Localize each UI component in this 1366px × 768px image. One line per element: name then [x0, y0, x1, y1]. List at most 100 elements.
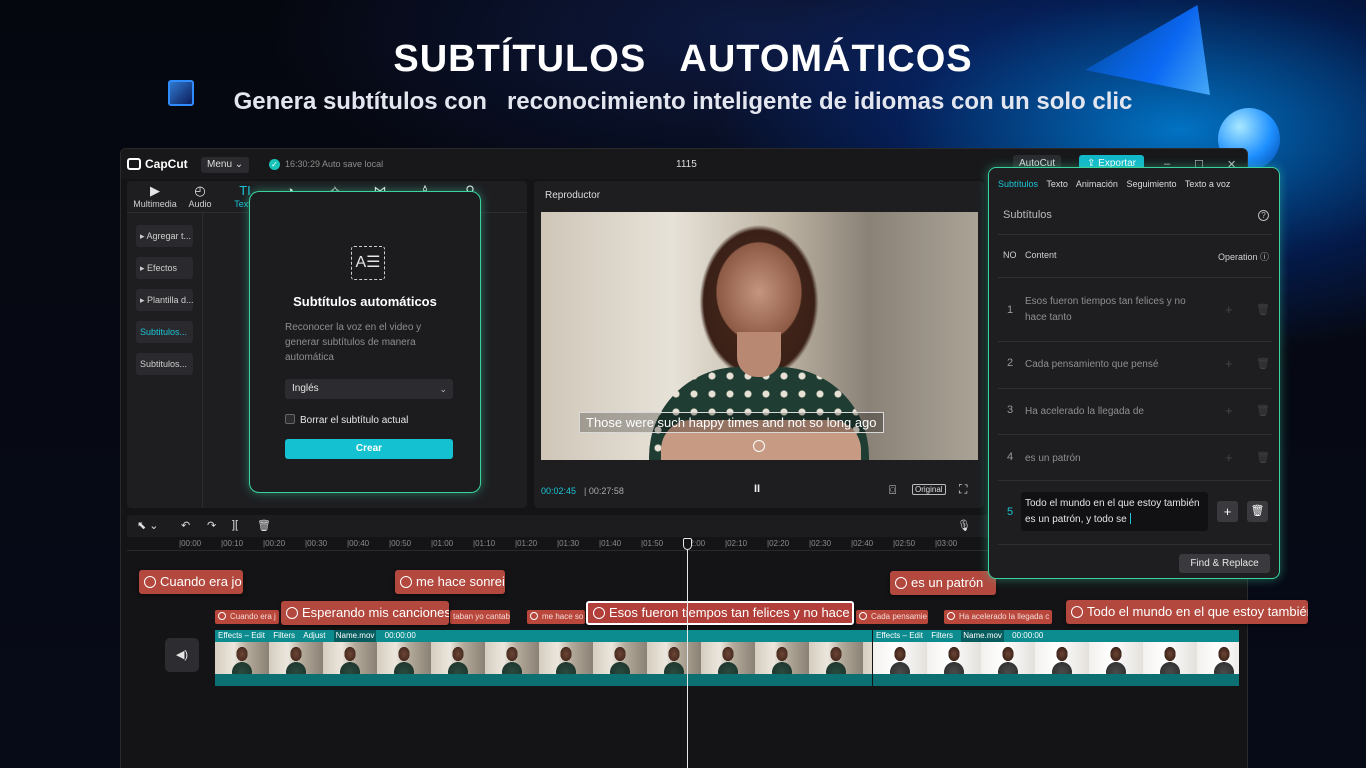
- popup-description: Reconocer la voz en el video y generar s…: [285, 322, 422, 363]
- sidebar-item-add-text[interactable]: ▸ Agregar t...: [136, 225, 193, 247]
- auto-caption-icon: A☰: [351, 246, 385, 280]
- caption-clip-icon: [218, 612, 226, 620]
- row-text[interactable]: es un patrón: [1025, 451, 1210, 467]
- add-subtitle-button[interactable]: +: [1217, 501, 1238, 522]
- current-time: 00:02:45: [541, 486, 577, 496]
- help-icon[interactable]: ⓘ: [1260, 252, 1269, 262]
- subtitle-row[interactable]: 1 Esos fueron tiempos tan felices y no h…: [998, 292, 1272, 332]
- trash-icon[interactable]: 🗑: [1256, 451, 1270, 464]
- video-figure-neck: [737, 332, 781, 377]
- row-text[interactable]: Esos fueron tiempos tan felices y no hac…: [1025, 294, 1210, 326]
- caption-tag[interactable]: es un patrón: [890, 571, 996, 595]
- adjust-label: Adjust: [303, 631, 326, 640]
- help-icon[interactable]: ?: [1258, 210, 1269, 221]
- caption-clip-icon: [947, 612, 955, 620]
- redo-icon[interactable]: ↷: [207, 519, 216, 532]
- caption-tag-selected[interactable]: Esos fueron tiempos tan felices y no hac…: [586, 601, 854, 625]
- ruler-tick: |00:30: [305, 539, 328, 548]
- sidebar-item-subtitles[interactable]: Subtitulos...: [136, 353, 193, 375]
- sidebar-item-templates[interactable]: ▸ Plantilla d...: [136, 289, 193, 311]
- tab-animacion[interactable]: Animación: [1076, 179, 1118, 189]
- caption-tag[interactable]: Todo el mundo en el que estoy también: [1066, 600, 1308, 624]
- video-clip-thumbnails[interactable]: [873, 642, 1239, 674]
- sidebar-item-auto-subtitles[interactable]: Subtitulos...: [136, 321, 193, 343]
- menu-button[interactable]: Menu ⌄: [201, 157, 250, 173]
- playhead-handle[interactable]: [683, 538, 692, 550]
- sidebar-item-effects[interactable]: ▸ Efectos: [136, 257, 193, 279]
- trash-icon[interactable]: 🗑: [1256, 404, 1270, 417]
- ruler-tick: |03:00: [935, 539, 958, 548]
- trash-icon[interactable]: 🗑: [1256, 303, 1270, 316]
- add-icon[interactable]: +: [1225, 302, 1233, 317]
- fullscreen-icon[interactable]: ⛶: [959, 482, 967, 497]
- caption-tag-text: Esos fueron tiempos tan felices y no hac…: [609, 605, 850, 620]
- microphone-icon[interactable]: 🎙: [957, 519, 971, 532]
- row-text[interactable]: Cada pensamiento que pensé: [1025, 357, 1210, 373]
- divider: [998, 388, 1272, 389]
- video-caption[interactable]: Those were such happy times and not so l…: [579, 412, 884, 433]
- caption-tag[interactable]: Cuando era jo: [139, 570, 243, 594]
- clear-subtitle-checkbox[interactable]: Borrar el subtítulo actual: [285, 414, 408, 426]
- video-track-header[interactable]: Effects – Edit Filters Adjust Name.mov 0…: [215, 630, 872, 642]
- row-text[interactable]: Todo el mundo en el que estoy también es…: [1025, 496, 1207, 528]
- timer-icon: [895, 577, 907, 589]
- select-tool-icon[interactable]: ⬉ ⌄: [137, 519, 159, 532]
- delete-subtitle-button[interactable]: 🗑: [1247, 501, 1268, 522]
- rotate-handle-icon[interactable]: [753, 440, 765, 452]
- tab-texto[interactable]: Texto: [1046, 179, 1068, 189]
- caption-tag-text: me hace sonreir: [416, 574, 505, 589]
- original-ratio-button[interactable]: Original: [912, 484, 946, 495]
- video-clip-thumbnails[interactable]: [215, 642, 872, 674]
- caption-clip[interactable]: Ha acelerado la llegada c: [944, 610, 1052, 624]
- undo-icon[interactable]: ↶: [181, 519, 190, 532]
- tab-subtitulos[interactable]: Subtítulos: [998, 179, 1038, 189]
- caption-clip[interactable]: taban yo cantab: [450, 610, 510, 624]
- language-select[interactable]: Inglés ⌄: [285, 379, 453, 399]
- timer-icon: [1071, 606, 1083, 618]
- audio-toggle-button[interactable]: ◀): [165, 638, 199, 672]
- tab-multimedia[interactable]: ▶ Multimedia: [130, 183, 180, 209]
- player-panel: Reproductor Those were such happy times …: [534, 181, 984, 508]
- subtitle-row[interactable]: 4 es un patrón + 🗑: [998, 450, 1272, 470]
- caption-tag-text: Esperando mis canciones: [302, 605, 449, 620]
- screenshot-icon[interactable]: ⌼: [889, 483, 896, 498]
- caption-clip[interactable]: Cada pensamie: [856, 610, 928, 624]
- row-text[interactable]: Ha acelerado la llegada de: [1025, 404, 1210, 420]
- caption-clip[interactable]: Cuando era j: [215, 610, 279, 624]
- row-number: 4: [1007, 451, 1014, 463]
- caption-clip-text: Ha acelerado la llegada c: [959, 612, 1050, 621]
- video-track-header[interactable]: Effects – Edit Filters Name.mov 00:00:00: [873, 630, 1239, 642]
- pause-icon[interactable]: II: [754, 483, 760, 495]
- delete-icon[interactable]: 🗑: [257, 519, 271, 532]
- checkbox-box[interactable]: [285, 414, 295, 424]
- capcut-logo-icon: [127, 158, 141, 170]
- video-preview[interactable]: Those were such happy times and not so l…: [541, 212, 978, 460]
- add-icon[interactable]: +: [1225, 450, 1233, 465]
- subtitle-row-selected[interactable]: 5 Todo el mundo en el que estoy también …: [998, 492, 1272, 534]
- ruler-tick: |01:10: [473, 539, 496, 548]
- ruler-tick: |01:20: [515, 539, 538, 548]
- playhead-line[interactable]: [687, 540, 688, 768]
- ruler-tick: |02:50: [893, 539, 916, 548]
- split-icon[interactable]: ][: [232, 519, 238, 531]
- caption-clip-text: taban yo cantab: [453, 612, 510, 621]
- total-time: | 00:27:58: [584, 486, 624, 496]
- tab-seguimiento[interactable]: Seguimiento: [1126, 179, 1176, 189]
- trash-icon[interactable]: 🗑: [1256, 357, 1270, 370]
- caption-tag[interactable]: Esperando mis canciones: [281, 601, 449, 625]
- ruler-tick: |02:20: [767, 539, 790, 548]
- tab-texto-a-voz[interactable]: Texto a voz: [1185, 179, 1231, 189]
- caption-tag[interactable]: me hace sonreir: [395, 570, 505, 594]
- caption-clip[interactable]: me hace so: [527, 610, 585, 624]
- tab-audio[interactable]: ◴ Audio: [175, 183, 225, 209]
- row-number: 3: [1007, 404, 1014, 416]
- subtitle-row[interactable]: 2 Cada pensamiento que pensé + 🗑: [998, 356, 1272, 376]
- find-replace-button[interactable]: Find & Replace: [1179, 554, 1270, 573]
- timer-icon: [593, 607, 605, 619]
- subtitle-row[interactable]: 3 Ha acelerado la llegada de + 🗑: [998, 403, 1272, 423]
- add-icon[interactable]: +: [1225, 403, 1233, 418]
- row-text-value: Todo el mundo en el que estoy también es…: [1025, 498, 1200, 525]
- chevron-down-icon: ⌄: [439, 384, 447, 394]
- add-icon[interactable]: +: [1225, 356, 1233, 371]
- create-button[interactable]: Crear: [285, 439, 453, 459]
